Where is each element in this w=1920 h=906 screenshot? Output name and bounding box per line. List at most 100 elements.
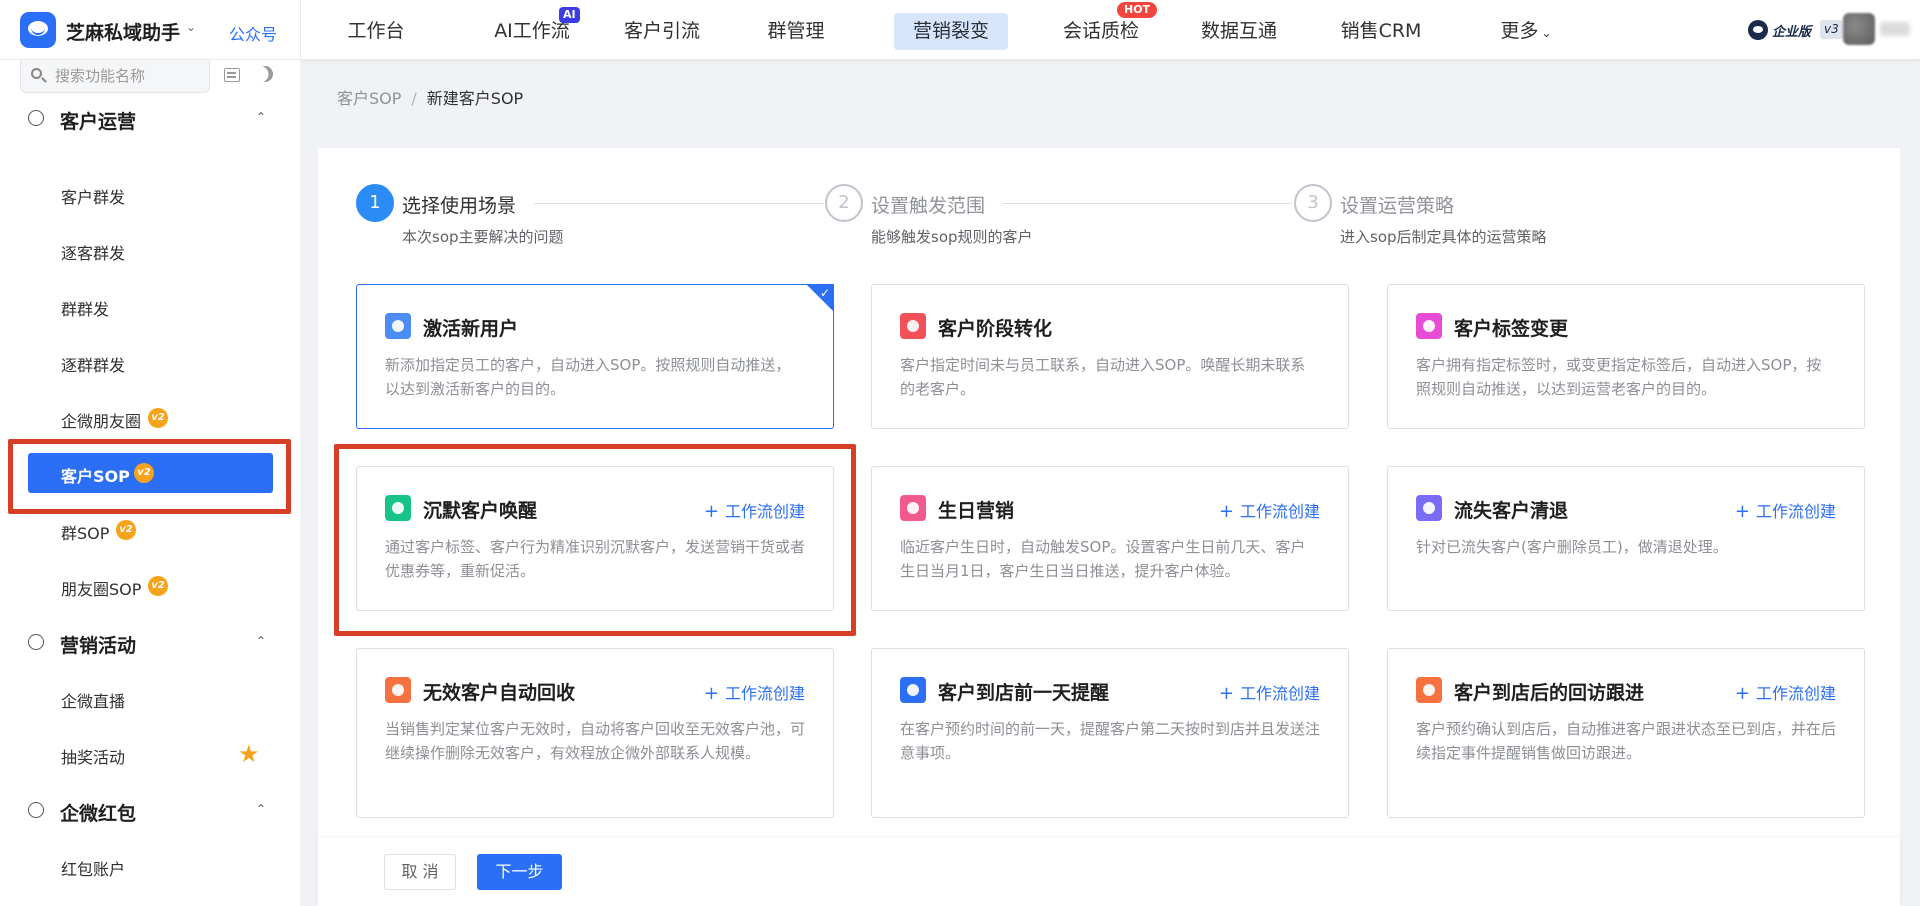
sidebar-item-customer-sop[interactable]: 客户SOP v2: [28, 453, 273, 493]
user-name-blurred: [1880, 22, 1910, 36]
sidebar-item-label: 客户群发: [61, 188, 126, 207]
nav-item-group-manage[interactable]: 群管理: [761, 13, 831, 50]
sidebar-group-label: 企微红包: [60, 803, 137, 825]
sidebar-item-label: 逐群群发: [61, 356, 126, 375]
sidebar-group-red-packet[interactable]: 企微红包 ⌃: [0, 790, 300, 830]
sidebar-item-label: 朋友圈SOP: [61, 580, 142, 599]
recycle-icon: [385, 677, 411, 703]
scenario-card-invalid-recycle[interactable]: 无效客户自动回收 + 工作流创建 当销售判定某位客户无效时，自动将客户回收至无效客…: [356, 648, 834, 818]
top-bar: 芝麻私域助手 ⌄ 公众号 工作台 AI工作流 AI 客户引流 群管理 营销裂变 会…: [0, 0, 1920, 60]
sidebar-item-label: 逐客群发: [61, 244, 126, 263]
breadcrumb-separator: /: [411, 89, 417, 108]
scenario-card-activate-new-user[interactable]: ✓ 激活新用户 新添加指定员工的客户，自动进入SOP。按照规则自动推送，以达到激…: [356, 284, 834, 429]
user-remove-icon: [1416, 495, 1442, 521]
sidebar-item-red-packet-account[interactable]: 红包账户: [28, 846, 273, 886]
app-name: 芝麻私域助手: [66, 22, 181, 44]
nav-item-data-sync[interactable]: 数据互通: [1194, 13, 1284, 50]
layout-toggle-icon[interactable]: [224, 68, 240, 82]
sidebar-item-per-group-send[interactable]: 逐群群发: [28, 342, 273, 382]
nav-item-sales-crm[interactable]: 销售CRM: [1336, 13, 1426, 50]
card-title: 客户到店前一天提醒: [938, 682, 1110, 704]
gzh-link[interactable]: 公众号: [229, 21, 277, 45]
card-desc: 客户预约确认到店后，自动推进客户跟进状态至已到店，并在后续指定事件提醒销售做回访…: [1416, 720, 1837, 762]
step-desc: 进入sop后制定具体的运营策略: [1340, 228, 1547, 246]
card-desc: 当销售判定某位客户无效时，自动将客户回收至无效客户池，可继续操作删除无效客户，有…: [385, 720, 806, 762]
sidebar-item-label: 群群发: [61, 300, 110, 319]
nav-item-ai-workflow[interactable]: AI工作流 AI: [477, 7, 587, 50]
stage-conversion-icon: [900, 313, 926, 339]
workflow-create-link[interactable]: + 工作流创建: [1735, 498, 1836, 522]
step-number: 1: [356, 184, 394, 222]
next-button[interactable]: 下一步: [477, 854, 562, 890]
step-title: 设置触发范围: [871, 195, 986, 217]
step-desc: 能够触发sop规则的客户: [871, 228, 1033, 246]
v2-badge: v2: [134, 463, 154, 483]
dark-mode-icon[interactable]: [254, 63, 276, 85]
check-icon: ✓: [819, 286, 830, 300]
app-logo-icon: [20, 12, 56, 48]
card-desc: 新添加指定员工的客户，自动进入SOP。按照规则自动推送，以达到激活新客户的目的。: [385, 356, 791, 398]
workflow-create-link[interactable]: + 工作流创建: [704, 680, 805, 704]
breadcrumb-parent[interactable]: 客户SOP: [337, 89, 401, 108]
divider: [300, 0, 301, 60]
plus-icon: +: [1218, 501, 1234, 522]
card-title: 客户到店后的回访跟进: [1454, 682, 1645, 704]
sidebar-item-moments-sop[interactable]: 朋友圈SOP v2: [28, 566, 273, 606]
sidebar-item-group-sop[interactable]: 群SOP v2: [28, 510, 273, 550]
avatar[interactable]: [1843, 13, 1875, 45]
nav-item-more[interactable]: 更多 ⌄: [1491, 13, 1561, 50]
brand-area[interactable]: 芝麻私域助手 ⌄ 公众号: [0, 0, 300, 60]
workflow-create-link[interactable]: + 工作流创建: [1219, 680, 1320, 704]
nav-item-workbench[interactable]: 工作台: [336, 13, 416, 50]
card-desc: 临近客户生日时，自动触发SOP。设置客户生日前几天、客户生日当月1日，客户生日当…: [900, 538, 1306, 580]
sidebar-group-customer-ops[interactable]: 客户运营 ⌃: [0, 98, 300, 138]
chevron-down-icon: ⌄: [1541, 26, 1552, 40]
user-follow-icon: [1416, 677, 1442, 703]
scenario-card-tag-change[interactable]: 客户标签变更 客户拥有指定标签时，或变更指定标签后，自动进入SOP，按照规则自动…: [1387, 284, 1865, 429]
sidebar-group-marketing-events[interactable]: 营销活动 ⌃: [0, 622, 300, 662]
sidebar-item-lottery[interactable]: 抽奖活动 ★: [28, 734, 273, 774]
sidebar-item-label: 抽奖活动: [61, 748, 126, 767]
plus-icon: +: [703, 501, 719, 522]
customer-ops-icon: [28, 110, 44, 126]
sidebar-item-wecom-live[interactable]: 企微直播: [28, 678, 273, 718]
scenario-card-silent-wakeup[interactable]: 沉默客户唤醒 + 工作流创建 通过客户标签、客户行为精准识别沉默客户，发送营销干货…: [356, 466, 834, 611]
sidebar-item-wecom-moments[interactable]: 企微朋友圈 v2: [28, 398, 273, 438]
card-title: 客户标签变更: [1454, 318, 1569, 340]
scenario-card-birthday[interactable]: 生日营销 + 工作流创建 临近客户生日时，自动触发SOP。设置客户生日前几天、客户…: [871, 466, 1349, 611]
search-input[interactable]: [55, 66, 205, 86]
sidebar-item-label: 群SOP: [61, 524, 110, 543]
enterprise-label: 企业版: [1772, 25, 1812, 40]
workflow-create-link[interactable]: + 工作流创建: [1219, 498, 1320, 522]
chevron-up-icon: ⌃: [256, 110, 267, 124]
store-icon: [900, 677, 926, 703]
enterprise-logo-icon: [1748, 20, 1768, 40]
sidebar-search[interactable]: [20, 60, 210, 93]
scenario-card-lost-cleanup[interactable]: 流失客户清退 + 工作流创建 针对已流失客户(客户删除员工)，做清退处理。: [1387, 466, 1865, 611]
breadcrumb: 客户SOP / 新建客户SOP: [337, 85, 523, 109]
activate-icon: [385, 313, 411, 339]
workflow-create-link[interactable]: + 工作流创建: [1735, 680, 1836, 704]
chevron-up-icon: ⌃: [256, 634, 267, 648]
chevron-down-icon[interactable]: ⌄: [186, 20, 196, 34]
sidebar-item-group-mass-send[interactable]: 群群发: [28, 286, 273, 326]
step-title: 选择使用场景: [402, 195, 517, 217]
scenario-card-stage-conversion[interactable]: 客户阶段转化 客户指定时间未与员工联系，自动进入SOP。唤醒长期未联系的老客户。: [871, 284, 1349, 429]
sidebar-item-label: 客户SOP: [61, 467, 130, 486]
scenario-card-visit-followup[interactable]: 客户到店后的回访跟进 + 工作流创建 客户预约确认到店后，自动推进客户跟进状态至已…: [1387, 648, 1865, 818]
card-desc: 客户指定时间未与员工联系，自动进入SOP。唤醒长期未联系的老客户。: [900, 356, 1306, 398]
sidebar-item-per-customer-send[interactable]: 逐客群发: [28, 230, 273, 270]
workflow-create-link[interactable]: + 工作流创建: [704, 498, 805, 522]
nav-item-customer-acquisition[interactable]: 客户引流: [617, 13, 707, 50]
birthday-cake-icon: [900, 495, 926, 521]
cancel-button[interactable]: 取 消: [384, 854, 456, 890]
nav-item-session-qc[interactable]: 会话质检 HOT: [1051, 2, 1158, 50]
plus-icon: +: [703, 683, 719, 704]
steps: 1 选择使用场景 本次sop主要解决的问题 2 设置触发范围 能够触发sop规则…: [356, 184, 1856, 254]
sidebar-item-label: 企微朋友圈: [61, 412, 142, 431]
nav-item-marketing-fission[interactable]: 营销裂变: [894, 13, 1008, 50]
scenario-card-store-reminder[interactable]: 客户到店前一天提醒 + 工作流创建 在客户预约时间的前一天，提醒客户第二天按时到店…: [871, 648, 1349, 818]
account-area[interactable]: 企业版 v3: [1720, 0, 1920, 60]
sidebar-item-customer-mass-send[interactable]: 客户群发: [28, 174, 273, 214]
card-desc: 客户拥有指定标签时，或变更指定标签后，自动进入SOP，按照规则自动推送，以达到运…: [1416, 356, 1822, 398]
